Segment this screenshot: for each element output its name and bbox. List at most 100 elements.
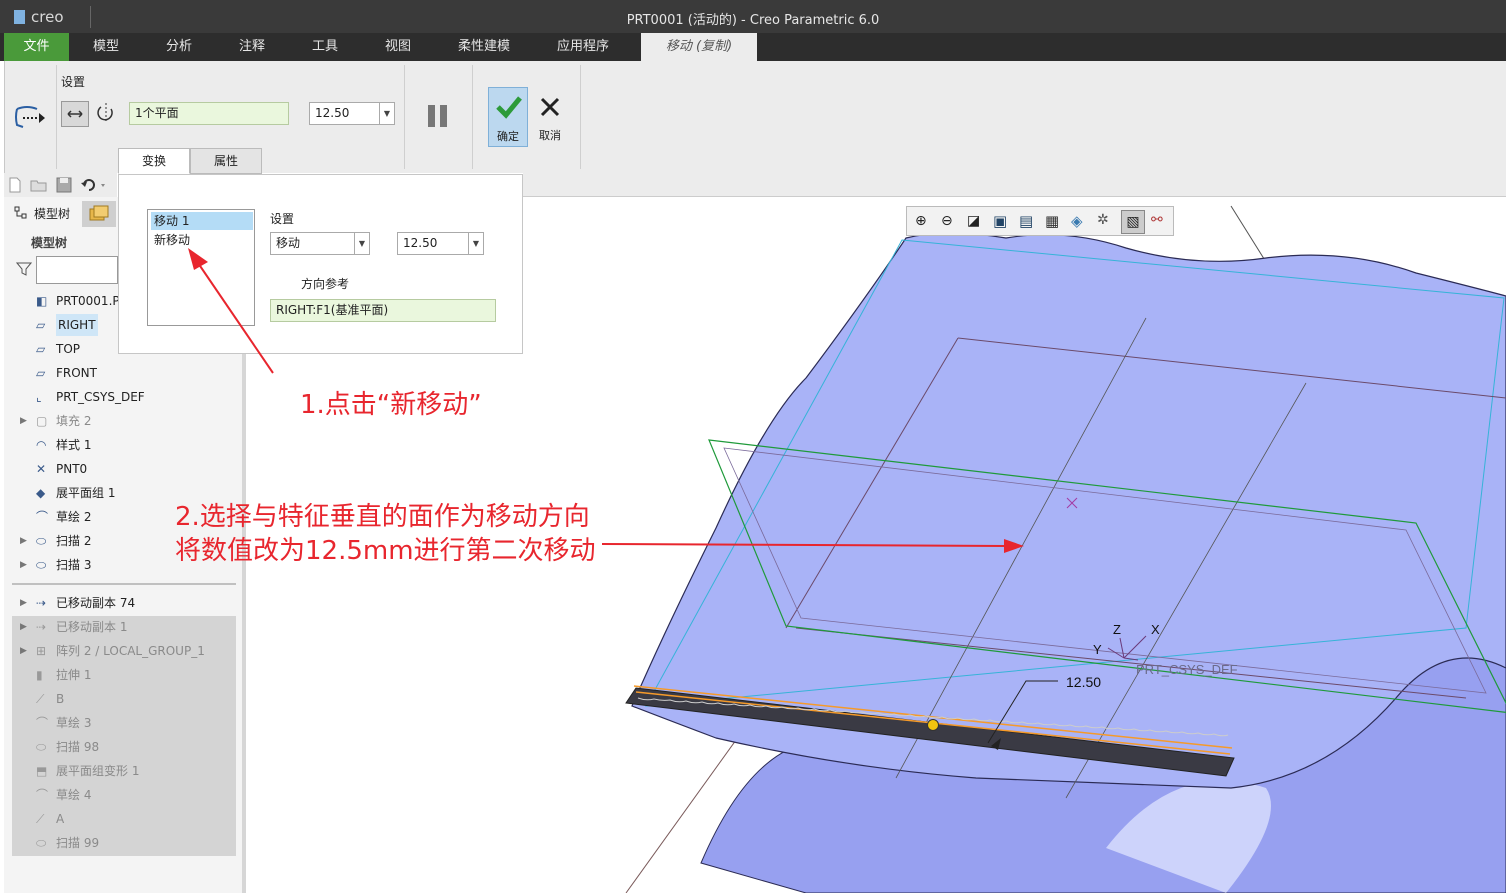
pause-button[interactable] <box>426 103 450 129</box>
perspective-icon[interactable]: ◈ <box>1071 212 1083 230</box>
tree-item-label: 样式 1 <box>56 438 92 452</box>
drag-handle[interactable] <box>927 719 939 731</box>
display-style-icon[interactable]: ▦ <box>1045 212 1059 230</box>
menu-file[interactable]: 文件 <box>4 33 69 61</box>
menu-analysis[interactable]: 分析 <box>145 33 213 61</box>
tree-item-label: 已移动副本 1 <box>56 620 128 634</box>
tab-transform[interactable]: 变换 <box>118 148 190 174</box>
move-item-1[interactable]: 移动 1 <box>151 212 253 230</box>
model-tree-title: 模型树 <box>31 236 68 250</box>
move-type-select[interactable]: 移动 ▼ <box>270 232 370 255</box>
expand-arrow-icon[interactable]: ▶ <box>20 410 27 432</box>
expand-arrow-icon[interactable]: ▶ <box>20 616 27 638</box>
rotate-button[interactable] <box>93 101 121 127</box>
tree-item[interactable]: ⌒ 草绘 3 <box>4 712 240 734</box>
menu-annotate[interactable]: 注释 <box>218 33 286 61</box>
tree-item[interactable]: ▶ ▢ 填充 2 <box>4 410 240 432</box>
menu-applications[interactable]: 应用程序 <box>538 33 628 61</box>
ribbon-separator <box>580 65 581 169</box>
menu-model[interactable]: 模型 <box>72 33 140 61</box>
chevron-down-icon[interactable]: ▼ <box>354 233 369 254</box>
tree-item-label: PRT_CSYS_DEF <box>56 390 145 404</box>
tree-item[interactable]: ⌒ 草绘 4 <box>4 784 240 806</box>
tab-move-copy[interactable]: 移动 (复制) <box>641 33 757 61</box>
settings-label: 设置 <box>61 75 86 89</box>
filter-icon[interactable] <box>16 261 32 277</box>
tree-item-label: 扫描 99 <box>56 836 100 850</box>
zoom-in-icon[interactable]: ⊕ <box>915 213 927 229</box>
tree-item[interactable]: ⟋ B <box>4 688 240 710</box>
tree-item[interactable]: ⬭ 扫描 99 <box>4 832 240 854</box>
expand-arrow-icon[interactable]: ▶ <box>20 530 27 552</box>
expand-arrow-icon[interactable]: ▶ <box>20 640 27 662</box>
spin-center-icon[interactable]: ▧ <box>1121 210 1145 234</box>
model-tree-tab[interactable]: 模型树 <box>34 205 70 222</box>
tree-item-label: 草绘 4 <box>56 788 92 802</box>
sweep-icon: ⬭ <box>36 740 47 754</box>
open-folder-icon[interactable] <box>30 177 48 193</box>
quick-access-toolbar <box>4 173 117 197</box>
menu-tools[interactable]: 工具 <box>291 33 359 61</box>
menu-bar: 文件 模型 分析 注释 工具 视图 柔性建模 应用程序 移动 (复制) <box>0 33 1506 61</box>
ok-button[interactable]: 确定 <box>488 87 528 147</box>
move-feature-icon[interactable] <box>11 101 49 133</box>
plane-reference-field[interactable]: 1个平面 <box>129 102 289 125</box>
translate-icon <box>67 110 83 118</box>
tree-item[interactable]: ⌞ PRT_CSYS_DEF <box>4 386 240 408</box>
tree-item-label: 展平面组 1 <box>56 486 116 500</box>
tree-item[interactable]: ▶ ⇢ 已移动副本 1 <box>4 616 240 638</box>
zoom-out-icon[interactable]: ⊖ <box>941 213 953 229</box>
pause-icon <box>428 105 447 127</box>
save-icon[interactable] <box>56 177 72 193</box>
ribbon-separator <box>472 65 473 169</box>
new-file-icon[interactable] <box>8 177 22 193</box>
expand-arrow-icon[interactable]: ▶ <box>20 554 27 576</box>
ribbon-distance-value: 12.50 <box>315 106 350 120</box>
tree-item[interactable]: ◠ 样式 1 <box>4 434 240 456</box>
saved-views-icon[interactable]: ▤ <box>1019 212 1033 230</box>
direction-reference-label: 方向参考 <box>301 277 350 291</box>
datum-plane-icon: ▱ <box>36 318 46 332</box>
rotate-icon <box>97 103 113 123</box>
tree-item[interactable]: ⟋ A <box>4 808 240 830</box>
tree-item-label: 拉伸 1 <box>56 668 92 682</box>
tree-item[interactable]: ✕ PNT0 <box>4 458 240 480</box>
model-tree-search-input[interactable] <box>36 256 118 284</box>
panel-distance-field[interactable]: 12.50 ▼ <box>397 232 484 255</box>
datum-display-icon[interactable]: ✲ <box>1097 212 1109 228</box>
undo-icon[interactable] <box>80 177 108 193</box>
ribbon-separator <box>404 65 405 169</box>
tree-item[interactable]: ▮ 拉伸 1 <box>4 664 240 686</box>
menu-flexible-modeling[interactable]: 柔性建模 <box>440 33 528 61</box>
annotation-arrow-1-line <box>195 259 274 374</box>
direction-reference-field[interactable]: RIGHT:F1(基准平面) <box>270 299 496 322</box>
checkmark-icon <box>496 96 522 119</box>
tree-item[interactable]: ⬒ 展平面组变形 1 <box>4 760 240 782</box>
cancel-button[interactable]: 取消 <box>532 87 568 147</box>
graph-icon: ⟋ <box>36 692 45 706</box>
tab-properties[interactable]: 属性 <box>190 148 262 174</box>
close-icon <box>540 97 560 117</box>
refit-icon[interactable]: ◪ <box>967 213 980 229</box>
sketch-icon: ⌒ <box>36 510 49 524</box>
view-toolbar: ⊕ ⊖ ◪ ▣ ▤ ▦ ◈ ✲ ▧ ⚯ <box>906 206 1174 236</box>
reorient-icon[interactable]: ▣ <box>993 212 1007 230</box>
ribbon-distance-field[interactable]: 12.50 ▼ <box>309 102 395 125</box>
chevron-down-icon[interactable]: ▼ <box>468 233 483 254</box>
menu-view[interactable]: 视图 <box>364 33 432 61</box>
graph-icon: ⟋ <box>36 812 45 826</box>
tree-item-label: B <box>56 692 65 706</box>
ribbon: 设置 1个平面 12.50 ▼ 确定 取消 变换 属性 <box>4 61 1506 174</box>
dimension-value[interactable]: 12.50 <box>1066 674 1101 690</box>
tree-item[interactable]: ▶ ⊞ 阵列 2 / LOCAL_GROUP_1 <box>4 640 240 662</box>
tree-item-label: A <box>56 812 65 826</box>
csys-axis-z: Z <box>1113 622 1121 637</box>
translate-button[interactable] <box>61 101 89 127</box>
tree-item-label: 阵列 2 / LOCAL_GROUP_1 <box>56 644 205 658</box>
expand-arrow-icon[interactable]: ▶ <box>20 592 27 614</box>
annotation-display-icon[interactable]: ⚯ <box>1151 212 1163 228</box>
tree-item[interactable]: ⬭ 扫描 98 <box>4 736 240 758</box>
folder-browser-tab[interactable] <box>82 201 116 227</box>
chevron-down-icon[interactable]: ▼ <box>379 103 394 124</box>
tree-item[interactable]: ▶ ⇢ 已移动副本 74 <box>4 592 240 614</box>
